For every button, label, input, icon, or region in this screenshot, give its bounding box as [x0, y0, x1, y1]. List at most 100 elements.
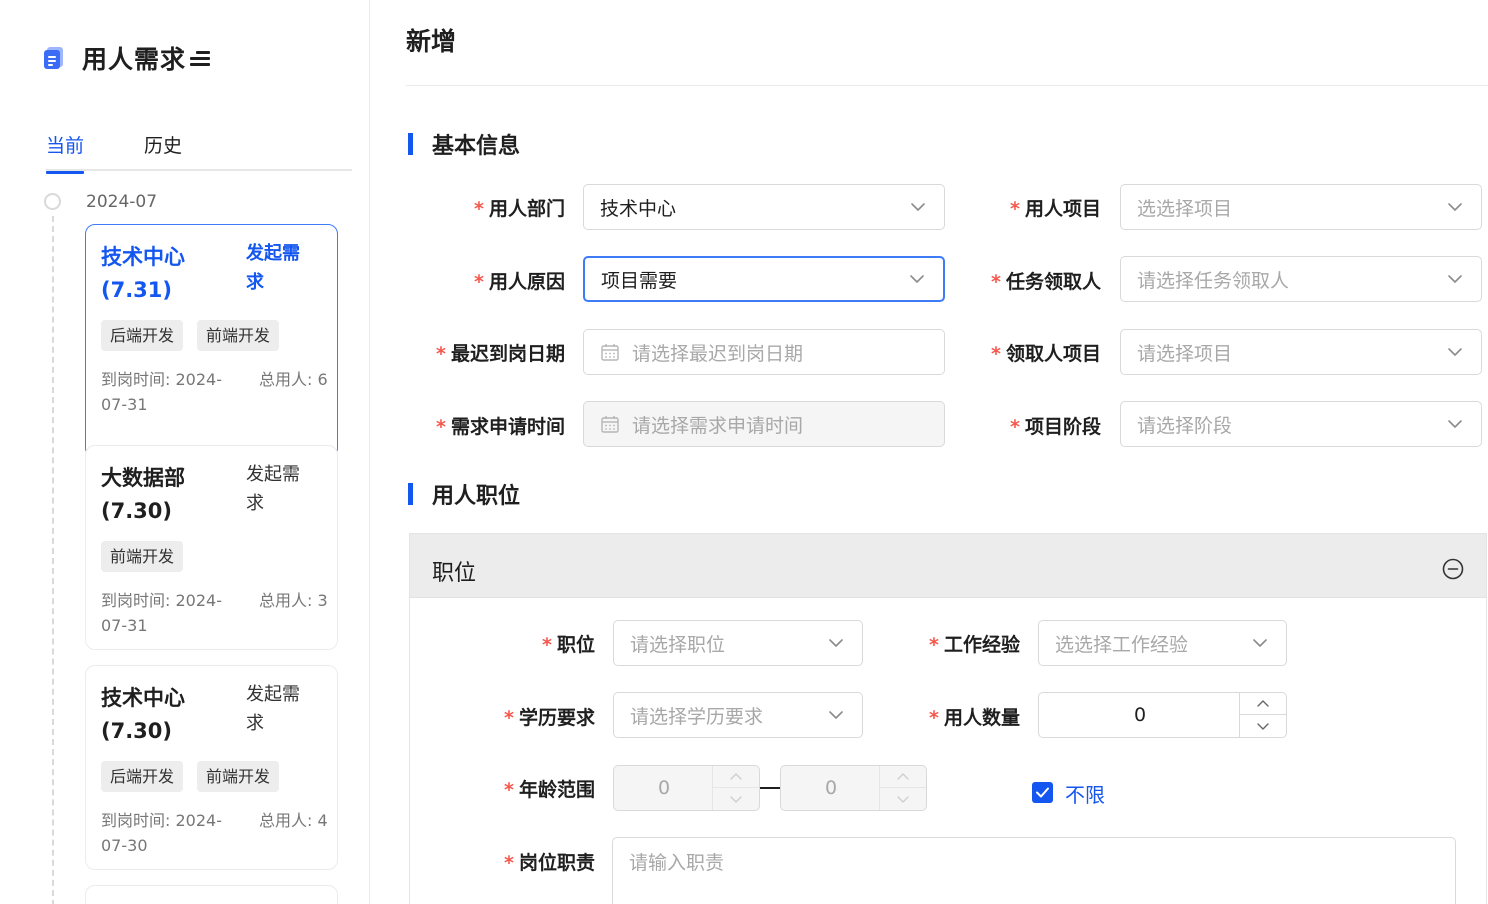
headcount-value[interactable]: 0 — [1039, 693, 1241, 737]
reason-label: * 用人原因 — [474, 271, 565, 293]
card-action-link[interactable]: 发起需求 — [246, 680, 316, 738]
section-title: 用人职位 — [432, 484, 521, 509]
range-separator — [760, 787, 780, 789]
assignee-project-placeholder: 请选择项目 — [1137, 342, 1233, 365]
dept-select[interactable]: 技术中心 — [583, 184, 945, 230]
chevron-down-icon — [1448, 203, 1462, 211]
decrement-button[interactable] — [880, 788, 926, 810]
reason-select-value: 项目需要 — [601, 269, 678, 292]
card-tag: 前端开发 — [197, 761, 280, 792]
sidebar-tabs: 当前 历史 — [46, 127, 352, 174]
chevron-down-icon — [829, 639, 843, 647]
tab-current[interactable]: 当前 — [46, 131, 85, 174]
apply-time-placeholder: 请选择需求申请时间 — [632, 414, 804, 437]
card-tags: 后端开发 前端开发 — [101, 761, 280, 792]
education-label: * 学历要求 — [504, 707, 595, 729]
education-placeholder: 请选择学历要求 — [630, 705, 764, 728]
collapse-icon[interactable] — [1442, 558, 1464, 580]
section-marker — [408, 483, 413, 505]
chevron-down-icon — [1253, 639, 1267, 647]
dept-label: * 用人部门 — [474, 198, 565, 220]
latest-date-picker[interactable]: 请选择最迟到岗日期 — [583, 329, 945, 375]
card-title: 技术中心(7.31) — [101, 245, 185, 302]
section-positions: 用人职位 — [408, 478, 520, 510]
dept-select-value: 技术中心 — [600, 197, 677, 220]
headcount-label: * 用人数量 — [929, 707, 1020, 729]
age-min-stepper[interactable]: 0 — [613, 765, 760, 811]
request-card[interactable]: 技术中心(7.30) 发起需求 后端开发 前端开发 到岗时间: 2024-07-… — [85, 665, 338, 870]
age-label: * 年龄范围 — [504, 779, 595, 801]
request-card[interactable]: 大数据部(7.30) 发起需求 前端开发 到岗时间: 2024-07-31 总用… — [85, 445, 338, 650]
card-tag: 后端开发 — [101, 320, 184, 351]
page-title: 新增 — [406, 27, 457, 56]
chevron-down-icon — [897, 796, 909, 803]
unlimited-checkbox[interactable] — [1032, 782, 1053, 803]
chevron-up-icon — [1257, 699, 1269, 707]
assignee-select[interactable]: 请选择任务领取人 — [1120, 256, 1482, 302]
project-select[interactable]: 选选择项目 — [1120, 184, 1482, 230]
calendar-icon — [601, 416, 619, 433]
increment-button[interactable] — [713, 766, 759, 788]
card-tag: 前端开发 — [197, 320, 280, 351]
unlimited-label[interactable]: 不限 — [1065, 779, 1105, 808]
card-total: 总用人: 3 — [259, 591, 328, 610]
apply-time-picker[interactable]: 请选择需求申请时间 — [583, 401, 945, 447]
timeline-date: 2024-07 — [86, 192, 158, 212]
increment-button[interactable] — [880, 766, 926, 788]
assignee-project-select[interactable]: 请选择项目 — [1120, 329, 1482, 375]
card-action-link[interactable]: 发起需求 — [246, 239, 316, 297]
experience-placeholder: 选选择工作经验 — [1055, 633, 1189, 656]
chevron-down-icon — [1448, 348, 1462, 356]
age-max-stepper[interactable]: 0 — [780, 765, 927, 811]
project-label: * 用人项目 — [1010, 198, 1101, 220]
decrement-button[interactable] — [1240, 715, 1286, 737]
position-panel-title: 职位 — [432, 561, 477, 586]
tab-history[interactable]: 历史 — [144, 131, 182, 158]
timeline-dot — [44, 193, 61, 210]
assignee-select-placeholder: 请选择任务领取人 — [1137, 269, 1290, 292]
age-max-value[interactable]: 0 — [781, 766, 881, 810]
card-tags: 前端开发 — [101, 541, 184, 572]
menu-icon[interactable] — [190, 51, 211, 67]
age-min-value[interactable]: 0 — [614, 766, 714, 810]
position-placeholder: 请选择职位 — [630, 633, 726, 656]
increment-button[interactable] — [1240, 693, 1286, 715]
card-arrival-date: 到岗时间: 2024-07-30 — [101, 811, 222, 855]
request-card[interactable]: 技术中心(7.31) 发起需求 后端开发 前端开发 到岗时间: 2024-07-… — [85, 224, 338, 458]
document-icon — [44, 47, 64, 69]
card-tags: 后端开发 前端开发 — [101, 320, 280, 351]
card-tag: 前端开发 — [101, 541, 184, 572]
latest-date-placeholder: 请选择最迟到岗日期 — [632, 342, 804, 365]
chevron-up-icon — [897, 772, 909, 780]
position-select[interactable]: 请选择职位 — [613, 620, 863, 666]
chevron-down-icon — [829, 711, 843, 719]
duty-textarea[interactable]: 请输入职责 — [612, 837, 1456, 904]
request-card[interactable] — [85, 885, 338, 904]
headcount-stepper[interactable]: 0 — [1038, 692, 1287, 738]
header-divider — [406, 85, 1488, 86]
card-title: 大数据部(7.30) — [101, 466, 185, 523]
card-arrival-date: 到岗时间: 2024-07-31 — [101, 591, 222, 635]
card-total: 总用人: 4 — [259, 811, 328, 830]
decrement-button[interactable] — [713, 788, 759, 810]
card-total: 总用人: 6 — [259, 370, 328, 389]
chevron-down-icon — [910, 275, 924, 283]
card-tag: 后端开发 — [101, 761, 184, 792]
section-basic-info: 基本信息 — [408, 128, 520, 160]
card-title: 技术中心(7.30) — [101, 686, 185, 743]
education-select[interactable]: 请选择学历要求 — [613, 692, 863, 738]
chevron-down-icon — [1257, 723, 1269, 730]
section-title: 基本信息 — [432, 134, 521, 159]
chevron-down-icon — [730, 796, 742, 803]
stage-select[interactable]: 请选择阶段 — [1120, 401, 1482, 447]
sidebar-title: 用人需求 — [82, 45, 187, 74]
reason-select[interactable]: 项目需要 — [583, 256, 945, 302]
sidebar-header: 用人需求 — [44, 40, 211, 76]
duty-label: * 岗位职责 — [504, 852, 595, 874]
card-action-link[interactable]: 发起需求 — [246, 460, 316, 518]
chevron-down-icon — [1448, 275, 1462, 283]
position-label: * 职位 — [542, 634, 595, 656]
experience-select[interactable]: 选选择工作经验 — [1038, 620, 1287, 666]
sidebar: 用人需求 当前 历史 2024-07 技术中心(7.31) 发起需求 后端开发 … — [0, 0, 370, 904]
stage-select-placeholder: 请选择阶段 — [1137, 414, 1233, 437]
